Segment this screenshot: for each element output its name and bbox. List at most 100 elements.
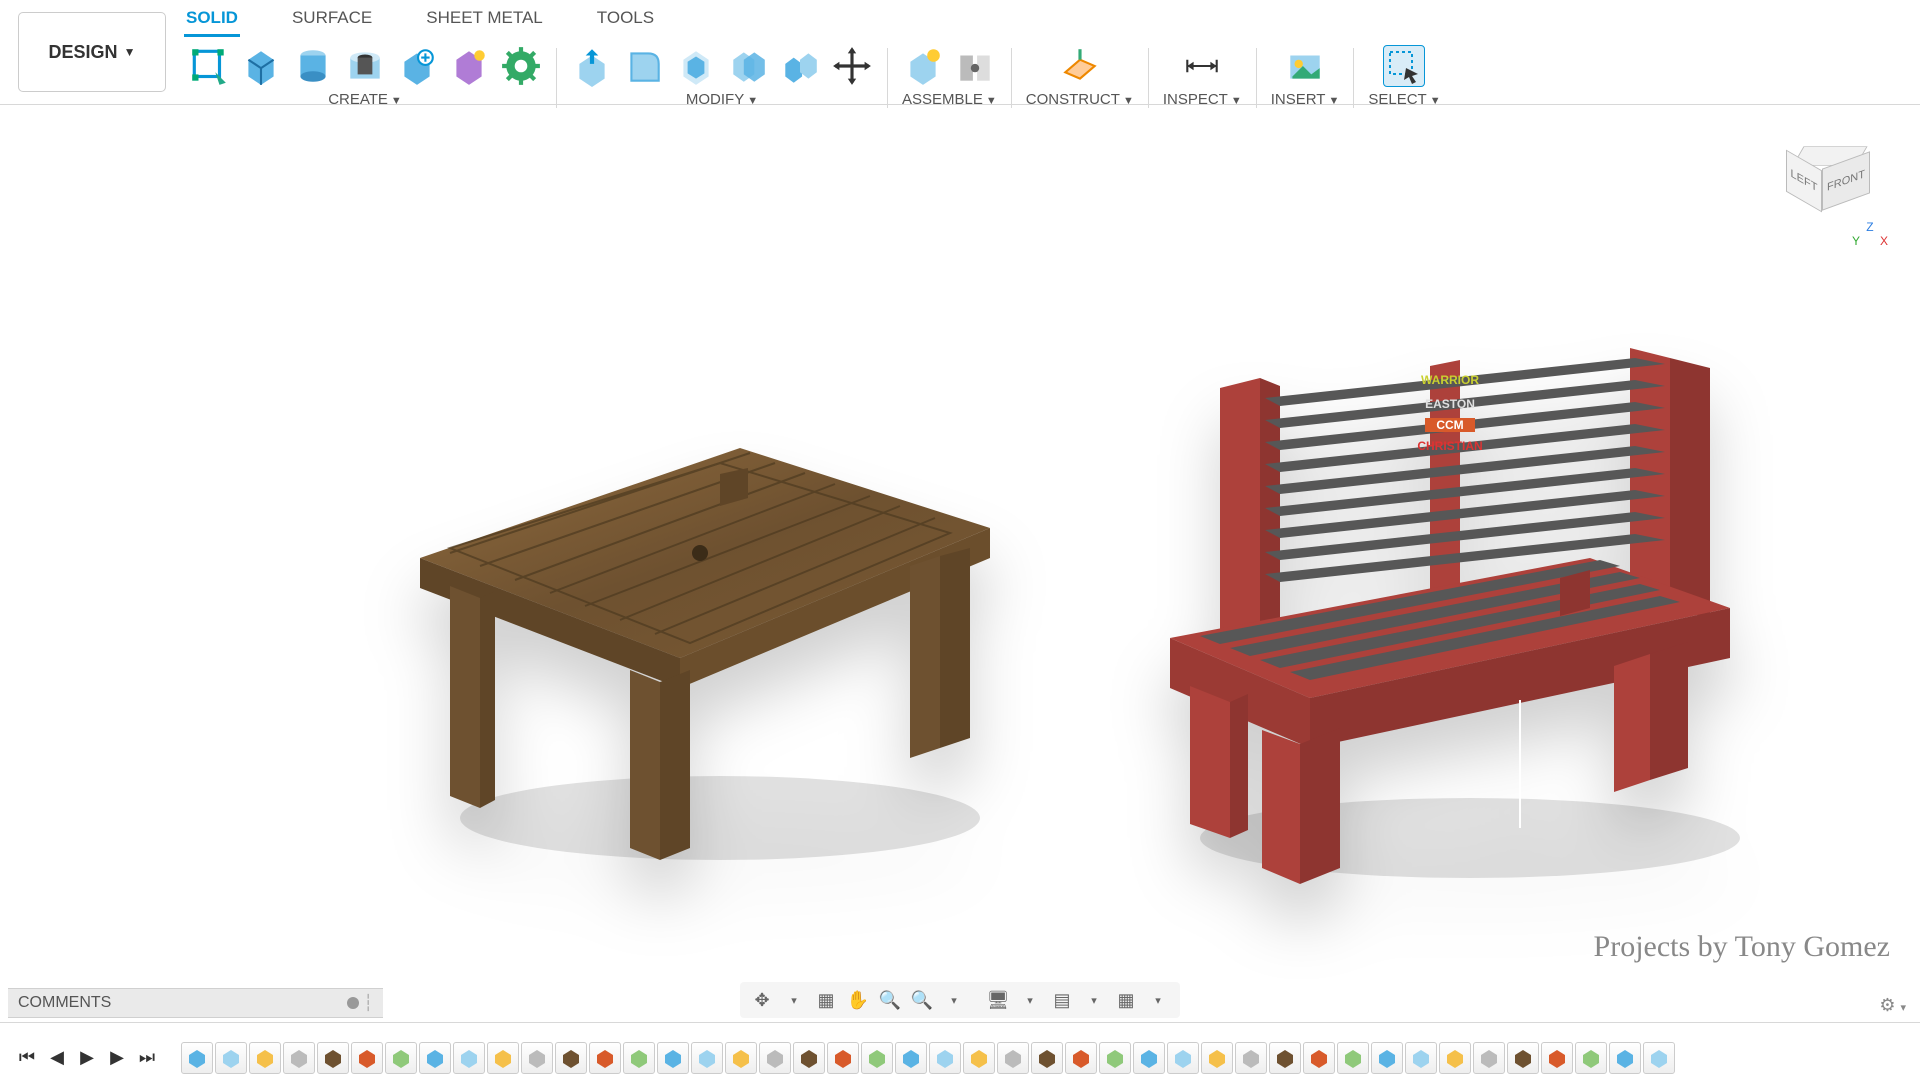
timeline-feature[interactable] [725, 1042, 757, 1074]
group-label[interactable]: CONSTRUCT▼ [1026, 91, 1134, 108]
timeline-feature[interactable] [419, 1042, 451, 1074]
timeline-feature[interactable] [487, 1042, 519, 1074]
settings-gear-icon[interactable]: ⚙ ▾ [1879, 995, 1906, 1016]
zoom-window-icon[interactable]: 🔍 [908, 986, 936, 1014]
timeline-start-icon[interactable]: ⏮ [14, 1045, 40, 1071]
timeline-feature[interactable] [1473, 1042, 1505, 1074]
panel-options-icon[interactable] [347, 997, 359, 1009]
new-component-icon[interactable] [902, 45, 944, 87]
timeline-feature[interactable] [1031, 1042, 1063, 1074]
timeline-feature[interactable] [691, 1042, 723, 1074]
look-at-icon[interactable]: ▦ [812, 986, 840, 1014]
plane-icon[interactable] [1059, 45, 1101, 87]
timeline-feature[interactable] [249, 1042, 281, 1074]
derive-icon[interactable] [396, 45, 438, 87]
hole-icon[interactable] [344, 45, 386, 87]
cylinder-icon[interactable] [292, 45, 334, 87]
align-icon[interactable] [779, 45, 821, 87]
timeline-feature[interactable] [861, 1042, 893, 1074]
timeline-feature[interactable] [997, 1042, 1029, 1074]
shell-icon[interactable] [675, 45, 717, 87]
timeline-feature[interactable] [1337, 1042, 1369, 1074]
box-icon[interactable] [240, 45, 282, 87]
timeline-feature[interactable] [1507, 1042, 1539, 1074]
display-dropdown-icon[interactable]: ▾ [1016, 986, 1044, 1014]
zoom-dropdown-icon[interactable]: ▾ [940, 986, 968, 1014]
timeline-feature[interactable] [317, 1042, 349, 1074]
orbit-icon[interactable]: ✥ [748, 986, 776, 1014]
model-bench[interactable]: WARRIOR EASTON CCM CHRISTIAN [1130, 328, 1770, 888]
panel-drag-handle[interactable]: ┆ [363, 993, 373, 1013]
timeline-feature[interactable] [351, 1042, 383, 1074]
orbit-dropdown-icon[interactable]: ▾ [780, 986, 808, 1014]
timeline-prev-icon[interactable]: ◀ [44, 1045, 70, 1071]
joint-icon[interactable] [954, 45, 996, 87]
timeline-feature[interactable] [895, 1042, 927, 1074]
timeline-feature[interactable] [827, 1042, 859, 1074]
timeline-feature[interactable] [623, 1042, 655, 1074]
tab-surface[interactable]: SURFACE [290, 6, 374, 37]
insert-decal-icon[interactable] [1284, 45, 1326, 87]
timeline-feature[interactable] [1371, 1042, 1403, 1074]
timeline-feature[interactable] [215, 1042, 247, 1074]
timeline-feature[interactable] [1439, 1042, 1471, 1074]
grid-settings-icon[interactable]: ▤ [1048, 986, 1076, 1014]
gear-gen-icon[interactable] [500, 45, 542, 87]
timeline-end-icon[interactable]: ⏭ [134, 1045, 160, 1071]
timeline-feature[interactable] [1405, 1042, 1437, 1074]
timeline-play-icon[interactable]: ▶ [74, 1045, 100, 1071]
timeline-feature[interactable] [555, 1042, 587, 1074]
workspace-switcher[interactable]: DESIGN ▼ [18, 12, 166, 92]
timeline-feature[interactable] [283, 1042, 315, 1074]
group-label[interactable]: MODIFY▼ [686, 91, 758, 108]
timeline-feature[interactable] [1167, 1042, 1199, 1074]
move-icon[interactable] [831, 45, 873, 87]
select-icon[interactable] [1383, 45, 1425, 87]
model-table[interactable] [380, 408, 1020, 868]
viewport-dropdown-icon[interactable]: ▾ [1144, 986, 1172, 1014]
comments-panel-header[interactable]: COMMENTS ┆ [8, 988, 383, 1018]
timeline-feature[interactable] [1575, 1042, 1607, 1074]
tab-sheetmetal[interactable]: SHEET METAL [424, 6, 545, 37]
viewport-3d[interactable]: LEFT FRONT Z Y X [0, 108, 1920, 984]
fillet-icon[interactable] [623, 45, 665, 87]
group-label[interactable]: CREATE▼ [328, 91, 402, 108]
timeline-feature[interactable] [1269, 1042, 1301, 1074]
form-icon[interactable] [448, 45, 490, 87]
create-sketch-icon[interactable] [188, 45, 230, 87]
timeline-feature[interactable] [1643, 1042, 1675, 1074]
timeline-feature[interactable] [453, 1042, 485, 1074]
timeline-feature[interactable] [793, 1042, 825, 1074]
timeline-feature[interactable] [759, 1042, 791, 1074]
combine-icon[interactable] [727, 45, 769, 87]
pan-icon[interactable]: ✋ [844, 986, 872, 1014]
timeline-next-icon[interactable]: ▶ [104, 1045, 130, 1071]
timeline-feature[interactable] [1235, 1042, 1267, 1074]
timeline-feature[interactable] [1609, 1042, 1641, 1074]
group-label[interactable]: INSPECT▼ [1163, 91, 1242, 108]
timeline-feature[interactable] [1541, 1042, 1573, 1074]
tab-tools[interactable]: TOOLS [595, 6, 656, 37]
group-label[interactable]: INSERT▼ [1271, 91, 1340, 108]
view-cube[interactable]: LEFT FRONT Z Y X [1770, 128, 1890, 248]
timeline-feature[interactable] [963, 1042, 995, 1074]
timeline-feature[interactable] [1303, 1042, 1335, 1074]
timeline-feature[interactable] [589, 1042, 621, 1074]
timeline-feature[interactable] [1201, 1042, 1233, 1074]
group-label[interactable]: ASSEMBLE▼ [902, 91, 997, 108]
zoom-icon[interactable]: 🔍 [876, 986, 904, 1014]
grid-dropdown-icon[interactable]: ▾ [1080, 986, 1108, 1014]
timeline-feature[interactable] [929, 1042, 961, 1074]
group-label[interactable]: SELECT▼ [1368, 91, 1440, 108]
timeline-feature[interactable] [1133, 1042, 1165, 1074]
timeline-feature[interactable] [1099, 1042, 1131, 1074]
viewport-settings-icon[interactable]: ▦ [1112, 986, 1140, 1014]
press-pull-icon[interactable] [571, 45, 613, 87]
timeline-feature[interactable] [385, 1042, 417, 1074]
timeline-feature[interactable] [657, 1042, 689, 1074]
display-settings-icon[interactable]: 🖥 [984, 986, 1012, 1014]
measure-icon[interactable] [1181, 45, 1223, 87]
tab-solid[interactable]: SOLID [184, 6, 240, 37]
timeline-feature[interactable] [181, 1042, 213, 1074]
timeline-feature[interactable] [521, 1042, 553, 1074]
